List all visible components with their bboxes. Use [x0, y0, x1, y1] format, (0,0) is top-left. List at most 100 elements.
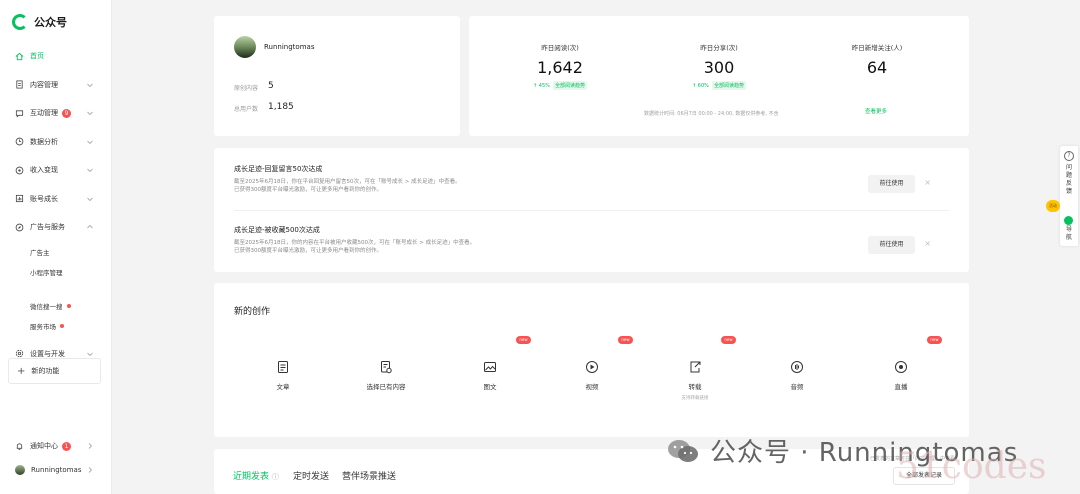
create-video[interactable]: new 视频: [552, 336, 633, 391]
sidebar-subitem-service-market[interactable]: 服务市场: [0, 316, 112, 336]
sidebar: 公众号 首页 内容管理 互动管理 9 数据分析 收入变现 账号成长 广告与服务 …: [0, 0, 112, 494]
create-live[interactable]: new 直播: [861, 336, 942, 391]
sidebar-item-interaction[interactable]: 互动管理 9: [0, 99, 112, 128]
stat-change: ↑ 60% 全部阅读趋势: [659, 81, 779, 90]
feedback-button[interactable]: 问题反馈: [1065, 164, 1073, 196]
chat-icon: [15, 109, 24, 118]
sidebar-item-monetization[interactable]: 收入变现: [0, 156, 112, 185]
notice-desc-line: 截至2025年6月18日，你在平台回复用户留言50次，可在「账号成长 > 成长足…: [234, 179, 461, 185]
stat-change-value: ↑ 60%: [692, 82, 709, 89]
avatar: [15, 465, 25, 475]
stat-new-followers[interactable]: 昨日新增关注(人) 64: [817, 42, 937, 77]
new-function-label: 新的功能: [31, 367, 60, 375]
chevron-up-icon: [87, 224, 93, 229]
stat-value: 300: [703, 58, 735, 77]
sidebar-subitem-search[interactable]: 微信搜一搜: [0, 296, 112, 316]
new-badge: new: [618, 336, 633, 344]
sidebar-subitem-miniprogram[interactable]: 小程序管理: [0, 262, 112, 282]
article-icon: [276, 359, 290, 373]
stats-footnote: 数据统计时间: 06月7日 00:00 - 24:00, 数据仅供参考, 不含: [644, 111, 779, 117]
close-icon[interactable]: ×: [924, 178, 931, 187]
notice-desc: 截至2025年6月18日，你的内容在平台被用户收藏500次，可在「账号成长 > …: [234, 239, 949, 255]
chart-icon: [15, 194, 24, 203]
stat-reads[interactable]: 昨日阅读(次) 1,642 ↑ 45% 全部阅读趋势: [500, 42, 620, 90]
go-use-button[interactable]: 前往使用: [868, 175, 915, 193]
chevron-down-icon: [87, 168, 93, 173]
create-audio[interactable]: 音频: [757, 359, 837, 391]
new-function-button[interactable]: + 新的功能: [8, 358, 101, 384]
create-label: 图文: [483, 383, 497, 391]
plus-icon: +: [17, 365, 26, 377]
sidebar-subitem-label: 小程序管理: [30, 268, 63, 277]
sidebar-nav: 首页 内容管理 互动管理 9 数据分析 收入变现 账号成长 广告与服务 广告主 …: [0, 42, 112, 368]
stat-change: ↑ 45% 全部阅读趋势: [500, 81, 620, 90]
help-icon[interactable]: ⓘ: [272, 473, 279, 481]
stat-change-value: ↑ 45%: [533, 82, 550, 89]
sidebar-item-notifications[interactable]: 通知中心 1: [0, 434, 112, 458]
floating-help-panel: ? 问题反馈 活动 导航: [1046, 146, 1078, 246]
wechat-logo-icon: [12, 14, 28, 30]
sidebar-item-growth[interactable]: 账号成长: [0, 185, 112, 214]
growth-notice-card: 成长足迹-回复留言50次达成 截至2025年6月18日，你在平台回复用户留言50…: [214, 148, 969, 272]
go-use-button[interactable]: 前往使用: [868, 236, 915, 254]
question-icon[interactable]: ?: [1064, 151, 1074, 161]
create-select-existing[interactable]: 选择已有内容: [346, 359, 426, 391]
create-article[interactable]: 文章: [243, 359, 323, 391]
stats-card: 昨日阅读(次) 1,642 ↑ 45% 全部阅读趋势 昨日分享(次) 300 ↑…: [469, 16, 969, 136]
tab-label: 近期发表: [233, 472, 270, 482]
stat-tag: 全部阅读趋势: [711, 81, 746, 90]
new-badge: new: [927, 336, 942, 344]
stat-shares[interactable]: 昨日分享(次) 300 ↑ 60% 全部阅读趋势: [659, 42, 779, 90]
sidebar-item-analytics[interactable]: 数据分析: [0, 128, 112, 157]
sidebar-item-ads-services[interactable]: 广告与服务: [0, 213, 112, 242]
wechat-icon: [668, 439, 698, 462]
create-label: 选择已有内容: [366, 383, 406, 391]
chevron-right-icon: [88, 467, 93, 473]
notice-desc-line: 已获得300额度平台曝光激励，可让更多用户看到你的创作。: [234, 248, 382, 254]
sidebar-item-label: 收入变现: [30, 166, 58, 175]
sidebar-subitem-label: 服务市场: [30, 322, 56, 331]
chevron-right-icon: [88, 443, 93, 449]
create-sublabel: 支持转载链接: [681, 396, 709, 401]
create-label: 文章: [276, 383, 290, 391]
home-icon: [15, 52, 24, 61]
sidebar-user-label: Runningtomas: [31, 466, 82, 474]
sidebar-bottom: 通知中心 1 Runningtomas: [0, 434, 112, 482]
navigation-icon[interactable]: [1064, 216, 1073, 225]
chevron-down-icon: [87, 352, 93, 356]
tab-scene-push[interactable]: 营伴场景推送: [342, 469, 396, 482]
sidebar-subitem-advertiser[interactable]: 广告主: [0, 242, 112, 262]
growth-notice-item: 成长足迹-回复留言50次达成 截至2025年6月18日，你在平台回复用户留言50…: [234, 164, 949, 194]
sidebar-item-content[interactable]: 内容管理: [0, 71, 112, 100]
chevron-down-icon: [87, 140, 93, 144]
create-label: 直播: [894, 383, 908, 391]
navigation-button[interactable]: 导航: [1065, 226, 1073, 242]
app-logo[interactable]: 公众号: [12, 14, 67, 30]
notification-badge: 1: [62, 441, 71, 451]
activity-badge[interactable]: 活动: [1046, 200, 1060, 212]
sidebar-item-label: 广告与服务: [30, 223, 65, 232]
gear-icon: [15, 349, 24, 358]
stat-title: 昨日分享(次): [700, 44, 738, 52]
sidebar-item-label: 账号成长: [30, 194, 58, 203]
stat-value: 64: [866, 58, 888, 77]
stat-value: 1,642: [537, 58, 583, 77]
coin-icon: [15, 166, 24, 175]
tab-scheduled[interactable]: 定时发送: [293, 469, 329, 482]
close-icon[interactable]: ×: [924, 239, 931, 248]
new-dot: [60, 323, 64, 328]
create-image-text[interactable]: new 图文: [450, 336, 531, 391]
create-repost[interactable]: new 转载 支持转载链接: [655, 336, 736, 401]
new-creation-card: 新的创作 文章 选择已有内容 new 图文 new 视频 new 转载 支持转载…: [214, 283, 969, 437]
total-users-label: 总用户数: [234, 106, 259, 113]
site-watermark: 51codes: [896, 446, 1047, 487]
sidebar-subitem-label: 广告主: [30, 248, 50, 257]
tab-recent[interactable]: 近期发表 ⓘ: [233, 469, 279, 482]
notice-title: 成长足迹-被收藏500次达成: [234, 226, 320, 234]
sidebar-item-home[interactable]: 首页: [0, 42, 112, 71]
sidebar-item-user[interactable]: Runningtomas: [0, 458, 112, 482]
view-more-link[interactable]: 查看更多: [865, 107, 887, 115]
create-label: 转载: [688, 383, 702, 391]
avatar[interactable]: [234, 36, 256, 58]
sidebar-item-label: 内容管理: [30, 80, 58, 89]
